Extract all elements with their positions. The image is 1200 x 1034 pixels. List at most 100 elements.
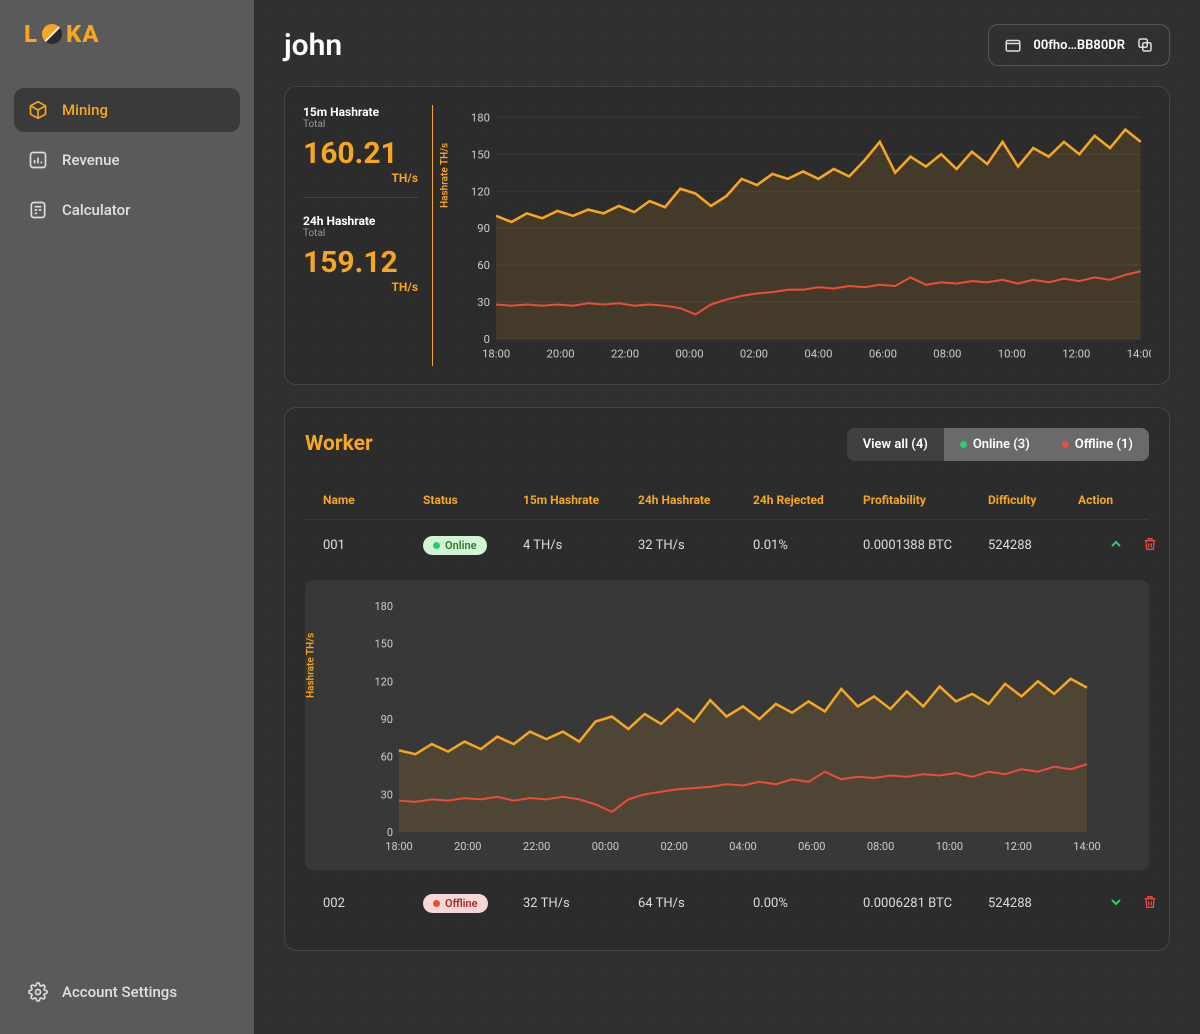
svg-text:02:00: 02:00 bbox=[660, 840, 687, 853]
svg-text:90: 90 bbox=[477, 222, 490, 235]
chart-svg: 030609012015018018:0020:0022:0000:0002:0… bbox=[325, 596, 1129, 856]
page-title: john bbox=[284, 28, 342, 63]
hashrate-stats: 15m Hashrate Total 160.21 TH/s 24h Hashr… bbox=[303, 105, 433, 366]
svg-text:60: 60 bbox=[381, 750, 393, 763]
nav-item-settings[interactable]: Account Settings bbox=[14, 970, 240, 1014]
cell-15m: 32 TH/s bbox=[523, 896, 638, 911]
svg-text:180: 180 bbox=[471, 111, 490, 124]
cell-profit: 0.0001388 BTC bbox=[863, 538, 988, 553]
col-status: Status bbox=[423, 493, 523, 507]
svg-text:14:00: 14:00 bbox=[1073, 840, 1100, 853]
filter-all-label: View all (4) bbox=[863, 437, 928, 452]
hashrate-15m-label: 15m Hashrate bbox=[303, 105, 418, 119]
svg-text:04:00: 04:00 bbox=[804, 347, 832, 360]
svg-text:12:00: 12:00 bbox=[1062, 347, 1090, 360]
y-axis-label: Hashrate TH/s bbox=[306, 632, 317, 697]
status-badge: Online bbox=[423, 536, 487, 555]
status-badge: Offline bbox=[423, 894, 488, 913]
col-diff: Difficulty bbox=[988, 493, 1078, 507]
svg-text:06:00: 06:00 bbox=[869, 347, 897, 360]
cell-action bbox=[1078, 536, 1158, 556]
hashrate-15m-sub: Total bbox=[303, 119, 418, 130]
svg-text:120: 120 bbox=[471, 185, 490, 198]
nav-item-revenue[interactable]: Revenue bbox=[14, 138, 240, 182]
svg-text:30: 30 bbox=[381, 788, 393, 801]
svg-text:120: 120 bbox=[374, 675, 393, 688]
svg-text:22:00: 22:00 bbox=[523, 840, 550, 853]
nav-label: Mining bbox=[62, 101, 108, 119]
cell-15m: 4 TH/s bbox=[523, 538, 638, 553]
col-name: Name bbox=[323, 493, 423, 507]
cell-status: Offline bbox=[423, 894, 523, 913]
header: john 00fho…BB80DR bbox=[284, 24, 1170, 66]
hashrate-24h-unit: TH/s bbox=[303, 280, 418, 294]
worker-panel: Worker View all (4) Online (3) Offline (… bbox=[284, 407, 1170, 951]
hashrate-15m-unit: TH/s bbox=[303, 171, 418, 185]
logo: L KA bbox=[14, 20, 240, 48]
nav: Mining Revenue Calculator bbox=[14, 88, 240, 232]
filter-offline-label: Offline (1) bbox=[1075, 437, 1133, 452]
table-row: 001 Online 4 TH/s 32 TH/s 0.01% 0.000138… bbox=[305, 520, 1149, 572]
hashrate-panel: 15m Hashrate Total 160.21 TH/s 24h Hashr… bbox=[284, 86, 1170, 385]
cell-status: Online bbox=[423, 536, 523, 555]
copy-icon[interactable] bbox=[1135, 35, 1155, 55]
filter-offline[interactable]: Offline (1) bbox=[1046, 428, 1149, 461]
svg-text:0: 0 bbox=[484, 333, 490, 346]
nav-item-mining[interactable]: Mining bbox=[14, 88, 240, 132]
trash-icon[interactable] bbox=[1142, 894, 1158, 914]
calc-icon bbox=[28, 200, 48, 220]
wallet-box[interactable]: 00fho…BB80DR bbox=[988, 24, 1170, 66]
svg-text:14:00: 14:00 bbox=[1127, 347, 1151, 360]
svg-text:00:00: 00:00 bbox=[592, 840, 619, 853]
wallet-icon bbox=[1003, 35, 1023, 55]
svg-text:06:00: 06:00 bbox=[798, 840, 825, 853]
chevron-up-icon[interactable] bbox=[1108, 536, 1124, 556]
col-rejected: 24h Rejected bbox=[753, 493, 863, 507]
dot-red-icon bbox=[433, 900, 440, 907]
nav-label: Revenue bbox=[62, 151, 120, 169]
cell-diff: 524288 bbox=[988, 538, 1078, 553]
svg-text:90: 90 bbox=[381, 713, 393, 726]
svg-text:08:00: 08:00 bbox=[867, 840, 894, 853]
chevron-down-icon[interactable] bbox=[1108, 894, 1124, 914]
cell-24h: 64 TH/s bbox=[638, 896, 753, 911]
filter-all[interactable]: View all (4) bbox=[847, 428, 944, 461]
dot-green-icon bbox=[433, 542, 440, 549]
y-axis-label: Hashrate TH/s bbox=[440, 143, 451, 208]
cell-rejected: 0.00% bbox=[753, 896, 863, 911]
hashrate-15m-value: 160.21 bbox=[303, 136, 418, 171]
hashrate-24h-block: 24h Hashrate Total 159.12 TH/s bbox=[303, 214, 418, 306]
svg-text:22:00: 22:00 bbox=[611, 347, 639, 360]
svg-text:150: 150 bbox=[471, 148, 490, 161]
cell-diff: 524288 bbox=[988, 896, 1078, 911]
svg-text:18:00: 18:00 bbox=[482, 347, 510, 360]
nav-item-calculator[interactable]: Calculator bbox=[14, 188, 240, 232]
main-content: john 00fho…BB80DR 15m Hashrate Total 160… bbox=[254, 0, 1200, 1034]
col-24h: 24h Hashrate bbox=[638, 493, 753, 507]
hashrate-24h-label: 24h Hashrate bbox=[303, 214, 418, 228]
trash-icon[interactable] bbox=[1142, 536, 1158, 556]
svg-text:08:00: 08:00 bbox=[933, 347, 961, 360]
svg-text:0: 0 bbox=[387, 826, 393, 839]
nav-label: Account Settings bbox=[62, 983, 177, 1001]
svg-text:20:00: 20:00 bbox=[547, 347, 575, 360]
hashrate-24h-value: 159.12 bbox=[303, 245, 418, 280]
wallet-id: 00fho…BB80DR bbox=[1033, 38, 1125, 53]
filter-online[interactable]: Online (3) bbox=[944, 428, 1046, 461]
svg-text:20:00: 20:00 bbox=[454, 840, 481, 853]
cell-action bbox=[1078, 894, 1158, 914]
table-head: Name Status 15m Hashrate 24h Hashrate 24… bbox=[305, 481, 1149, 520]
worker-detail-chart: Hashrate TH/s 030609012015018018:0020:00… bbox=[305, 580, 1149, 870]
cell-rejected: 0.01% bbox=[753, 538, 863, 553]
svg-text:18:00: 18:00 bbox=[385, 840, 412, 853]
col-profit: Profitability bbox=[863, 493, 988, 507]
filter-tabs: View all (4) Online (3) Offline (1) bbox=[847, 428, 1149, 461]
cube-icon bbox=[28, 100, 48, 120]
main-chart: Hashrate TH/s 030609012015018018:0020:00… bbox=[453, 105, 1151, 366]
svg-text:10:00: 10:00 bbox=[936, 840, 963, 853]
chart-svg: 030609012015018018:0020:0022:0000:0002:0… bbox=[453, 105, 1151, 366]
cell-24h: 32 TH/s bbox=[638, 538, 753, 553]
svg-text:12:00: 12:00 bbox=[1004, 840, 1031, 853]
svg-text:10:00: 10:00 bbox=[998, 347, 1026, 360]
dot-green-icon bbox=[960, 441, 967, 448]
